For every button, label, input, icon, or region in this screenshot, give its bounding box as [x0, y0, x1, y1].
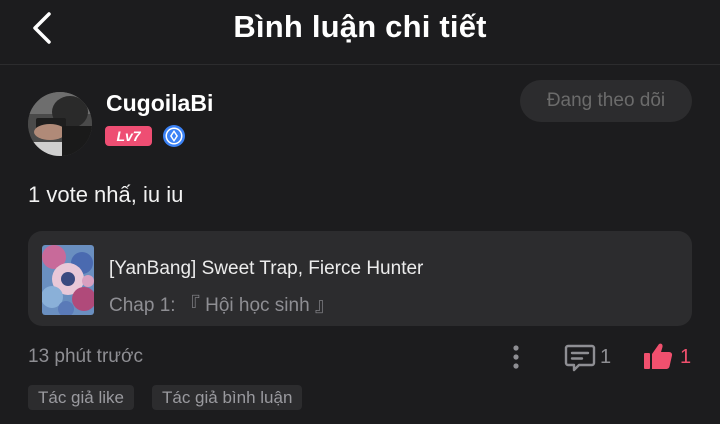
username[interactable]: CugoilaBi — [106, 90, 213, 117]
comment-icon[interactable] — [564, 344, 596, 372]
manga-title: [YanBang] Sweet Trap, Fierce Hunter — [109, 258, 424, 279]
thumbs-up-icon[interactable] — [642, 340, 674, 372]
timestamp: 13 phút trước — [28, 346, 143, 367]
avatar[interactable] — [28, 92, 92, 156]
avatar-image — [28, 92, 92, 156]
level-badge: Lv7 — [105, 126, 152, 146]
top-bar: Bình luận chi tiết — [0, 0, 720, 60]
like-count: 1 — [680, 346, 692, 368]
manga-cover-image — [42, 245, 94, 315]
follow-button[interactable]: Đang theo dõi — [520, 80, 692, 122]
chapter-label: Chap 1: 『 Hội học sinh 』 — [109, 295, 334, 316]
author-liked-tag: Tác giả like — [28, 385, 134, 410]
header-divider — [0, 64, 720, 65]
author-replied-tag: Tác giả bình luận — [152, 385, 303, 410]
comment-text: 1 vote nhấ, iu iu — [28, 182, 184, 207]
more-options-icon[interactable] — [504, 343, 528, 371]
manga-card[interactable]: [YanBang] Sweet Trap, Fierce Hunter Chap… — [28, 231, 692, 326]
reply-count: 1 — [600, 346, 612, 368]
diamond-badge-icon — [163, 125, 185, 147]
page-title: Bình luận chi tiết — [233, 9, 487, 44]
